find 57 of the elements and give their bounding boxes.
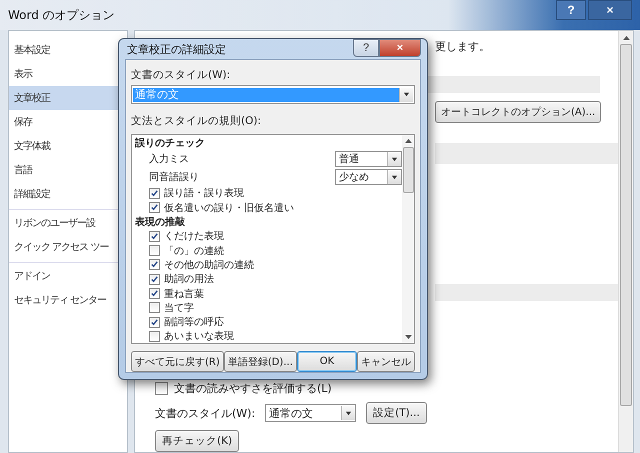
dropdown-arrow-icon [403, 91, 410, 98]
checkbox-label: 仮名遣いの誤り・旧仮名遣い [164, 202, 294, 215]
help-button[interactable]: ? [556, 0, 586, 20]
scrollbar-thumb[interactable] [402, 147, 414, 193]
checkbox-label: 副詞等の呼応 [164, 316, 224, 330]
description-text: 更します。 [435, 39, 490, 54]
checkbox-label: 助詞の用法 [164, 272, 214, 286]
autocorrect-options-button[interactable]: オートコレクトのオプション(A)... [435, 100, 602, 123]
scrollbar[interactable] [402, 135, 414, 343]
dropdown-arrow-icon [391, 156, 398, 163]
dropdown-arrow-icon [345, 410, 352, 417]
style-label: 文書のスタイル(W): [155, 406, 256, 421]
checkbox[interactable] [149, 259, 160, 270]
window-title: Word のオプション [8, 6, 115, 24]
help-button[interactable]: ? [353, 39, 379, 57]
section-heading: 誤りのチェック [135, 136, 206, 150]
style-label: 文書のスタイル(W): [131, 68, 232, 82]
dialog-button[interactable]: すべて元に戻す(R) [131, 351, 224, 372]
checkbox[interactable] [149, 274, 160, 285]
close-button[interactable]: × [379, 39, 421, 57]
recheck-button[interactable]: 再チェック(K) [155, 430, 240, 452]
dialog-button[interactable]: キャンセル [357, 351, 415, 372]
scrollbar[interactable] [618, 31, 633, 452]
section-heading: 表現の推敲 [135, 215, 186, 230]
rules-label: 文法とスタイルの規則(O): [131, 114, 262, 128]
checkbox-label: 重ね言葉 [164, 288, 204, 301]
checkbox-label: 「の」の連続 [164, 244, 224, 258]
checkbox[interactable] [149, 202, 160, 214]
level-dropdown[interactable]: 普通 [335, 151, 402, 168]
style-dropdown[interactable]: 通常の文 [265, 404, 356, 422]
scroll-up-arrow-icon[interactable] [404, 138, 412, 143]
checkbox[interactable] [149, 316, 160, 328]
checkbox[interactable] [155, 382, 168, 396]
dialog-button[interactable]: OK [296, 351, 357, 372]
checkbox[interactable] [149, 330, 160, 342]
checkbox[interactable] [149, 288, 160, 300]
dialog-title: 文章校正の詳細設定 [127, 42, 226, 56]
checkbox-label: くだけた表現 [164, 230, 224, 244]
checkbox-label: 誤り語・誤り表現 [164, 186, 244, 200]
rule-label: 入力ミス [148, 152, 189, 166]
checkbox[interactable] [149, 230, 160, 242]
checkbox-label: 文書の読みやすさを評価する(L) [174, 381, 332, 396]
rule-label: 同音語誤り [148, 170, 199, 184]
scroll-down-arrow-icon[interactable] [404, 335, 412, 340]
checkbox-label: 当て字 [164, 302, 194, 315]
level-dropdown[interactable]: 少なめ [335, 169, 402, 186]
checkbox[interactable] [149, 245, 160, 256]
checkbox[interactable] [149, 302, 160, 314]
dropdown-arrow-icon [391, 174, 398, 181]
dialog-button[interactable]: 単語登録(D)... [224, 351, 297, 372]
close-button[interactable]: × [588, 0, 632, 20]
checkbox[interactable] [149, 188, 160, 199]
scroll-up-arrow-icon[interactable] [622, 35, 630, 40]
settings-button[interactable]: 設定(T)... [366, 402, 427, 424]
scrollbar-thumb[interactable] [620, 44, 632, 406]
checkbox-label: その他の助詞の連続 [164, 258, 254, 272]
checkbox-label: あいまいな表現 [164, 330, 234, 344]
